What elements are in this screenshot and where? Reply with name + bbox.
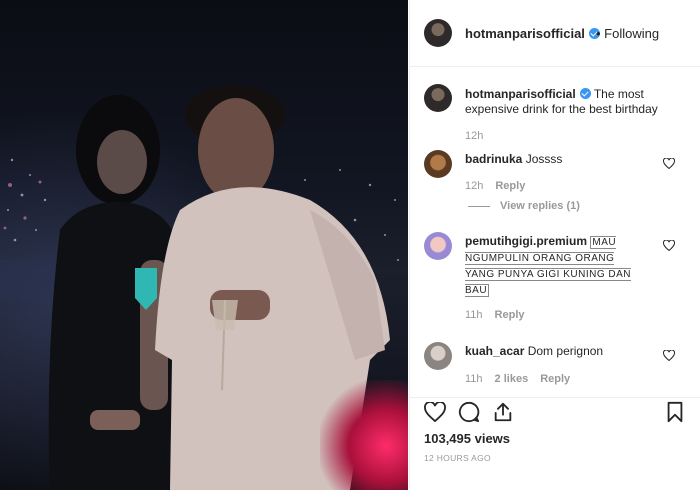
bookmark-icon[interactable] <box>666 401 684 423</box>
comment-text: kuah_acar Dom perignon <box>465 344 604 358</box>
reply-button[interactable]: Reply <box>540 373 570 385</box>
post-sidebar: hotmanparisofficial • Following hotmanpa… <box>409 0 700 490</box>
comment-likes[interactable]: 2 likes <box>495 373 529 385</box>
heart-icon[interactable] <box>424 402 446 422</box>
post-video[interactable] <box>0 0 408 490</box>
author-avatar[interactable] <box>424 19 452 47</box>
comment-meta: 11h Reply <box>465 309 525 321</box>
share-icon[interactable] <box>492 401 514 423</box>
comment-text: pemutihgigi.premium MAU NGUMPULIN ORANG … <box>465 234 631 297</box>
author-username[interactable]: hotmanparisofficial <box>465 26 600 41</box>
red-light-glow <box>320 380 408 490</box>
view-count[interactable]: 103,495 views <box>424 431 510 446</box>
heart-icon[interactable] <box>663 158 675 169</box>
follow-status[interactable]: • Following <box>596 26 659 41</box>
caption-username[interactable]: hotmanparisofficial <box>465 87 576 101</box>
commenter-avatar[interactable] <box>424 342 452 370</box>
post-header: hotmanparisofficial • Following <box>410 0 700 67</box>
reply-button[interactable]: Reply <box>495 180 525 192</box>
caption-avatar[interactable] <box>424 84 452 112</box>
post-timestamp[interactable]: 12 HOURS AGO <box>424 453 491 463</box>
reply-button[interactable]: Reply <box>495 309 525 321</box>
post-actions: 103,495 views 12 HOURS AGO <box>410 397 700 491</box>
caption-text: hotmanparisofficial The most expensive d… <box>465 87 685 117</box>
verified-badge-icon <box>579 88 591 99</box>
commenter-avatar[interactable] <box>424 150 452 178</box>
comment-meta: 11h 2 likes Reply <box>465 373 571 385</box>
comment-username[interactable]: badrinuka <box>465 152 522 166</box>
comment-text: badrinuka Jossss <box>465 152 563 166</box>
comment-icon[interactable] <box>458 401 480 423</box>
comments-list: hotmanparisofficial The most expensive d… <box>410 67 700 397</box>
caption-time: 12h <box>465 130 484 142</box>
view-replies-button[interactable]: View replies (1) <box>468 200 580 212</box>
comment-username[interactable]: kuah_acar <box>465 344 524 358</box>
commenter-avatar[interactable] <box>424 232 452 260</box>
comment-username[interactable]: pemutihgigi.premium <box>465 234 587 248</box>
heart-icon[interactable] <box>663 350 675 361</box>
comment-meta: 12h Reply <box>465 180 526 192</box>
heart-icon[interactable] <box>663 240 675 251</box>
